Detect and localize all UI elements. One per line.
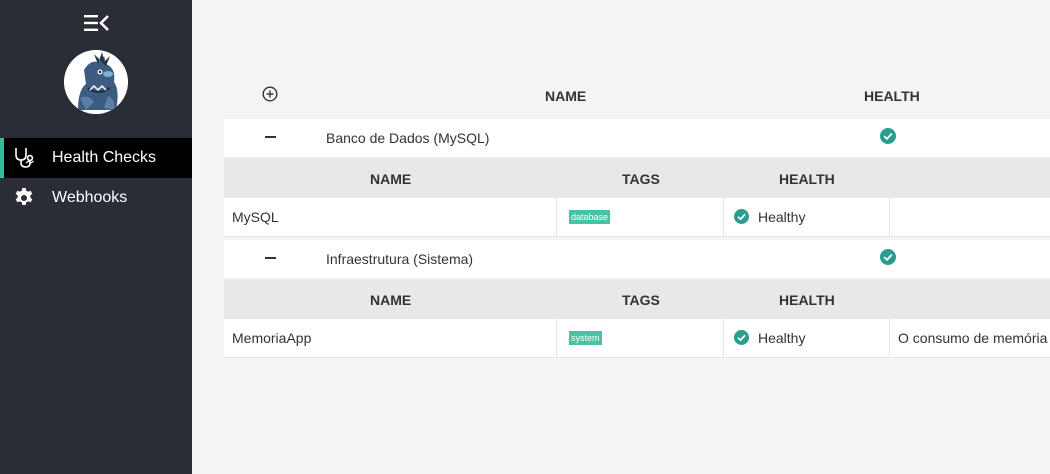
sub-header-name: NAME — [370, 292, 412, 308]
check-circle-icon — [734, 209, 749, 224]
table-row: MySQL database Healthy — [224, 198, 1050, 237]
check-circle-icon — [734, 330, 749, 345]
check-circle-icon — [880, 128, 896, 144]
sidebar-item-label: Health Checks — [52, 149, 157, 166]
sidebar-item-webhooks[interactable]: Webhooks — [0, 178, 192, 218]
sidebar-item-label: Webhooks — [52, 189, 128, 206]
name-cell: MemoriaApp — [224, 319, 557, 357]
tag-badge: system — [569, 331, 602, 345]
sub-header-tags: TAGS — [622, 292, 660, 308]
health-status: Healthy — [758, 330, 806, 346]
menu-collapse-icon[interactable] — [84, 13, 110, 33]
tag-badge: database — [569, 210, 611, 224]
entry-name: MySQL — [232, 209, 279, 225]
tags-cell: database — [557, 198, 724, 236]
table-row: MemoriaApp system Healthy O consumo de m… — [224, 319, 1050, 358]
sub-header-name: NAME — [370, 171, 412, 187]
health-cell: Healthy — [724, 198, 890, 236]
expand-all-icon[interactable] — [262, 86, 278, 102]
tags-cell: system — [557, 319, 724, 357]
collapse-group-button[interactable] — [262, 248, 278, 268]
name-cell: MySQL — [224, 198, 557, 236]
sub-table-header: NAME TAGS HEALTH — [224, 158, 1050, 198]
stethoscope-icon — [12, 146, 36, 170]
sub-table-header: NAME TAGS HEALTH — [224, 279, 1050, 319]
entry-name: MemoriaApp — [232, 330, 312, 346]
column-header-name: NAME — [545, 88, 587, 104]
avatar — [64, 50, 128, 114]
sidebar: Health Checks Webhooks — [0, 0, 192, 474]
check-circle-icon — [880, 249, 896, 265]
group-row: Banco de Dados (MySQL) — [224, 119, 1050, 157]
group-row: Infraestrutura (Sistema) — [224, 240, 1050, 278]
health-status: Healthy — [758, 209, 806, 225]
health-cell: Healthy — [724, 319, 890, 357]
sidebar-item-health-checks[interactable]: Health Checks — [0, 138, 192, 178]
column-header-health: HEALTH — [864, 88, 920, 104]
sub-header-health: HEALTH — [779, 171, 835, 187]
group-name: Banco de Dados (MySQL) — [326, 130, 490, 146]
group-name: Infraestrutura (Sistema) — [326, 251, 474, 267]
description-cell: O consumo de memória — [890, 319, 1050, 357]
gear-icon — [12, 186, 36, 210]
main-content: NAME HEALTH Banco de Dados (MySQL) NAME … — [192, 0, 1050, 474]
collapse-group-button[interactable] — [262, 127, 278, 147]
description-cell — [890, 198, 1050, 236]
sub-header-tags: TAGS — [622, 171, 660, 187]
entry-description: O consumo de memória — [898, 330, 1048, 346]
sub-header-health: HEALTH — [779, 292, 835, 308]
